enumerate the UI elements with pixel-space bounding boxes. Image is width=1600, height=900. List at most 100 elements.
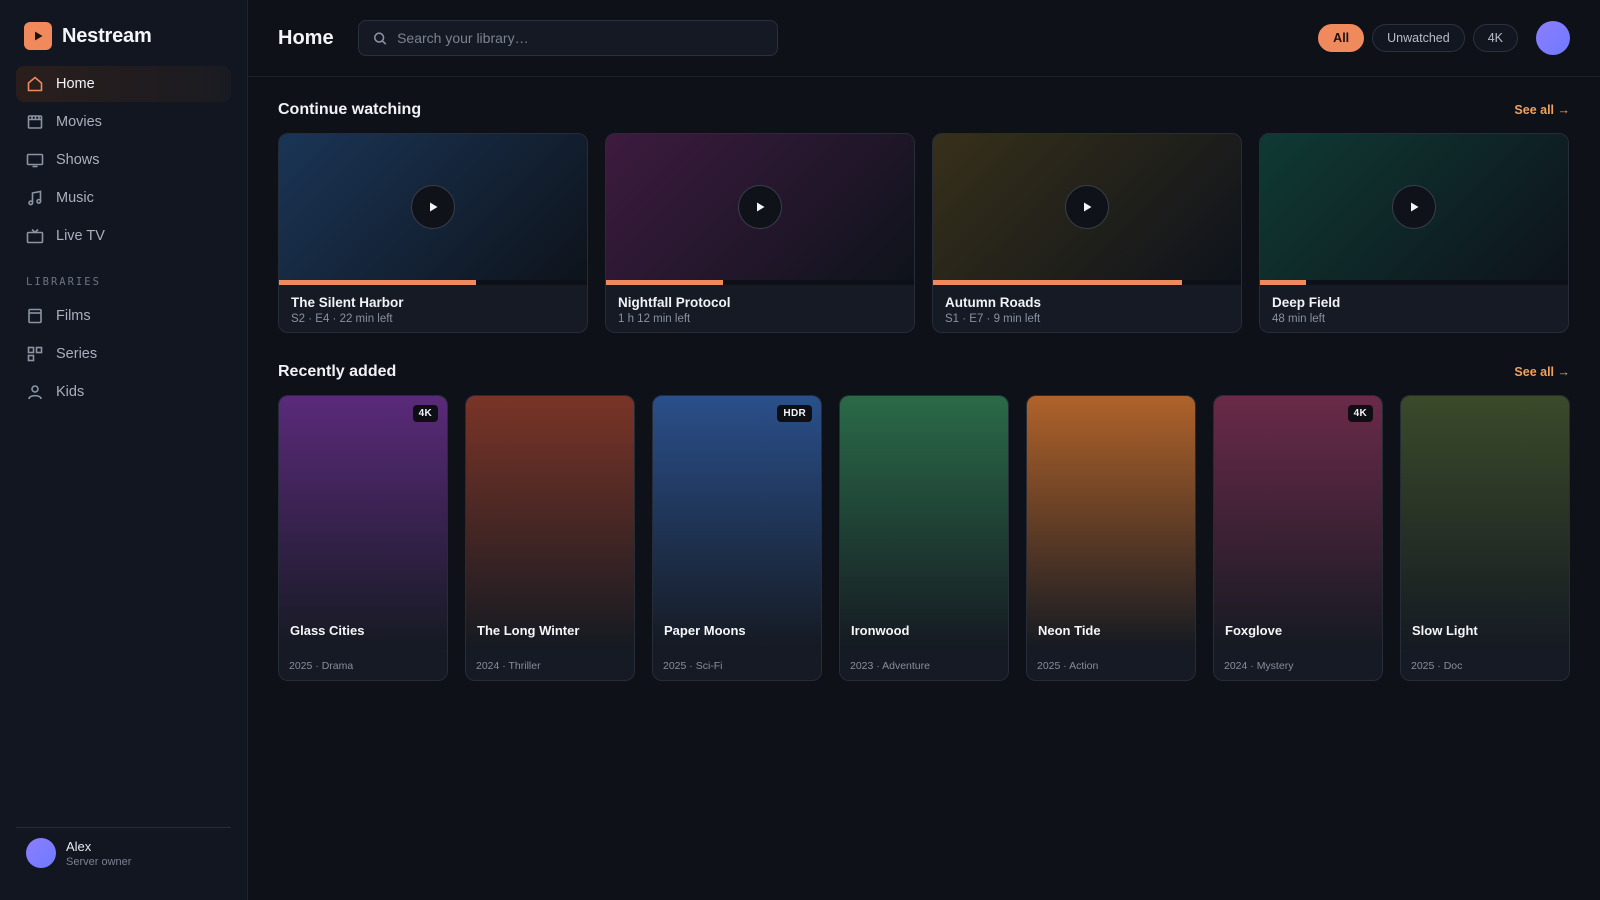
sidebar-item-shows[interactable]: Shows [16,142,231,178]
poster-title: Neon Tide [1038,623,1101,638]
recently-added-card[interactable]: 4K Glass Cities 2025 · Drama [278,395,448,681]
home-icon [27,76,43,92]
progress-bar [1260,280,1568,285]
sidebar-item-label: Shows [56,152,100,168]
progress-bar [933,280,1241,285]
card-meta: 2025 · Action [1037,660,1099,672]
sidebar-item-live-tv[interactable]: Live TV [16,218,231,254]
sidebar-item-films[interactable]: Films [16,298,231,334]
card-info: The Silent Harbor S2 · E4 · 22 min left [279,285,587,332]
card-title: The Silent Harbor [291,295,404,310]
sidebar-item-series[interactable]: Series [16,336,231,372]
monitor-icon [26,153,44,168]
quality-badge: HDR [777,405,812,422]
section-header: Continue watching See all → [278,101,1570,119]
continue-watching-card[interactable]: Deep Field 48 min left [1259,133,1569,333]
card-meta: S2 · E4 · 22 min left [291,313,393,325]
progress-fill [279,280,477,285]
libraries-nav: Films Series Kids [16,298,231,410]
recently-added-card[interactable]: HDR Paper Moons 2025 · Sci-Fi [652,395,822,681]
see-all-link[interactable]: See all → [1514,103,1570,117]
poster-title: Slow Light [1412,623,1478,638]
topbar: Home All Unwatched 4K [248,0,1600,77]
card-title: Deep Field [1272,295,1341,310]
card-info: Nightfall Protocol 1 h 12 min left [606,285,914,332]
avatar [26,838,56,868]
play-button[interactable] [1392,185,1436,229]
search-box[interactable] [358,20,778,56]
poster: Slow Light [1401,396,1569,649]
recently-added-card[interactable]: Ironwood 2023 · Adventure [839,395,1009,681]
play-button[interactable] [738,185,782,229]
play-icon [1411,202,1419,212]
poster: HDR Paper Moons [653,396,821,649]
card-info: Deep Field 48 min left [1260,285,1568,332]
card-meta: 2025 · Sci-Fi [663,660,723,672]
card-meta: 2025 · Doc [1411,660,1463,672]
section-title: Recently added [278,363,397,380]
archive-icon [28,308,42,324]
thumbnail [933,134,1241,280]
poster-title: Glass Cities [290,623,365,638]
thumbnail [279,134,587,280]
card-title: Nightfall Protocol [618,295,731,310]
quality-badge: 4K [1347,405,1373,422]
continue-watching-card[interactable]: Nightfall Protocol 1 h 12 min left [605,133,915,333]
progress-bar [279,280,587,285]
progress-fill [606,280,724,285]
search-input[interactable] [397,30,763,46]
progress-fill [933,280,1183,285]
account-avatar[interactable] [1536,21,1570,55]
play-button[interactable] [1065,185,1109,229]
poster: 4K Glass Cities [279,396,447,649]
recently-added-card[interactable]: The Long Winter 2024 · Thriller [465,395,635,681]
filter-4k-chip[interactable]: 4K [1472,24,1518,52]
play-logo-icon [24,22,52,50]
sidebar-item-music[interactable]: Music [16,180,231,216]
play-button[interactable] [411,185,455,229]
thumbnail [606,134,914,280]
poster-title: Foxglove [1225,623,1283,638]
filter-all-chip[interactable]: All [1318,24,1365,52]
section-title: Continue watching [278,101,422,118]
film-icon [27,115,43,129]
card-meta: 2025 · Drama [289,660,354,672]
continue-watching-card[interactable]: Autumn Roads S1 · E7 · 9 min left [932,133,1242,333]
music-icon [28,190,42,206]
tv-icon [26,228,44,244]
thumbnail [1260,134,1568,280]
sidebar-item-label: Live TV [56,228,105,244]
sidebar-item-kids[interactable]: Kids [16,374,231,410]
poster: Ironwood [840,396,1008,649]
sidebar-item-label: Music [56,190,94,206]
recently-added-card[interactable]: 4K Foxglove 2024 · Mystery [1213,395,1383,681]
quality-badge: 4K [412,405,438,422]
poster-title: Paper Moons [664,623,746,638]
see-all-link[interactable]: See all → [1514,365,1570,379]
card-title: Autumn Roads [945,295,1041,310]
brand[interactable]: Nestream [16,22,231,50]
recently-added-row: 4K Glass Cities 2025 · Drama The Long Wi… [278,395,1570,681]
continue-watching-card[interactable]: The Silent Harbor S2 · E4 · 22 min left [278,133,588,333]
content-area: Continue watching See all → The Silent H… [248,101,1600,681]
sidebar-item-label: Kids [56,384,85,400]
recently-added-card[interactable]: Slow Light 2025 · Doc [1400,395,1570,681]
poster-title: The Long Winter [477,623,580,638]
progress-bar [606,280,914,285]
card-meta: 2024 · Thriller [476,660,541,672]
poster-title: Ironwood [851,623,910,638]
recently-added-card[interactable]: Neon Tide 2025 · Action [1026,395,1196,681]
user-name: Alex [66,838,92,854]
card-meta: 48 min left [1272,313,1326,325]
search-icon [373,31,387,45]
recently-added-section: Recently added See all → 4K Glass Cities… [278,363,1570,681]
sidebar-item-home[interactable]: Home [16,66,231,102]
filter-unwatched-chip[interactable]: Unwatched [1372,24,1465,52]
sidebar-item-label: Home [56,76,95,92]
play-icon [1084,202,1092,212]
progress-fill [1260,280,1307,285]
user-profile[interactable]: Alex Server owner [16,827,231,868]
card-meta: 1 h 12 min left [618,313,691,325]
card-meta: S1 · E7 · 9 min left [945,313,1041,325]
sidebar-item-movies[interactable]: Movies [16,104,231,140]
